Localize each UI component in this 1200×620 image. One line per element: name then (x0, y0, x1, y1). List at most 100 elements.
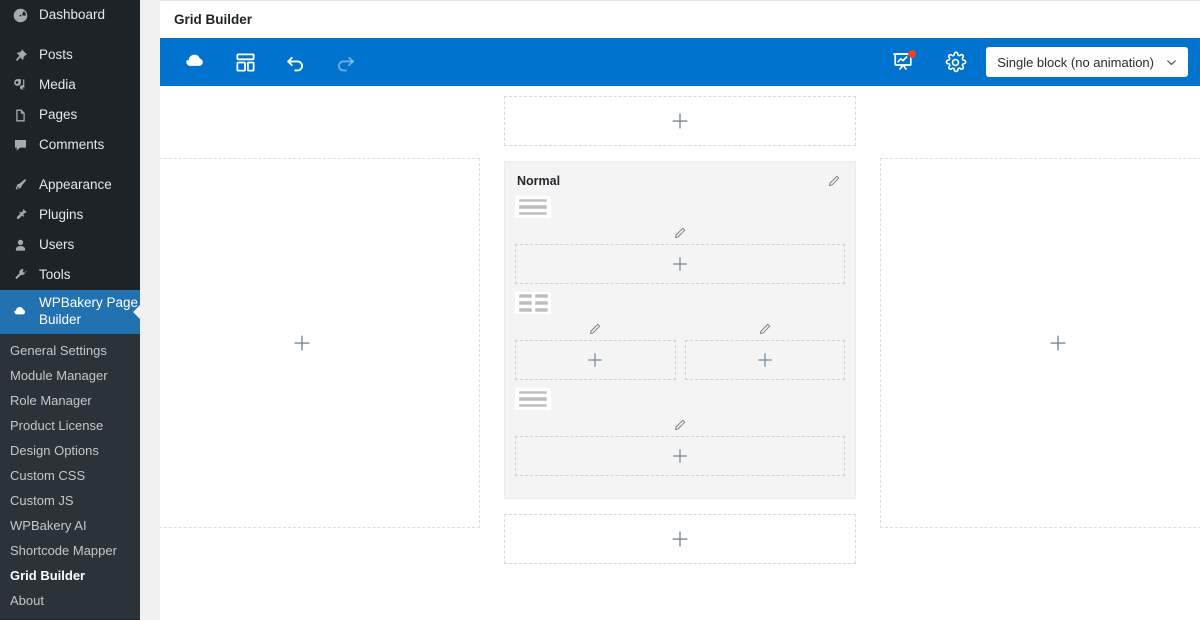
page-title: Grid Builder (174, 12, 253, 27)
sidebar-subitem-custom-css[interactable]: Custom CSS (0, 463, 140, 488)
undo-button[interactable] (274, 42, 316, 82)
edit-column-pencil-icon[interactable] (758, 320, 772, 338)
wpbakery-logo-icon (182, 49, 208, 75)
sidebar-item-appearance[interactable]: Appearance (0, 170, 140, 200)
center-column: Normal (504, 86, 856, 564)
sidebar-item-label: Users (39, 237, 75, 253)
dashboard-icon (10, 5, 30, 25)
sidebar-item-label: Posts (39, 47, 73, 63)
sidebar-subitem-module-manager[interactable]: Module Manager (0, 363, 140, 388)
sidebar-subitem-about[interactable]: About (0, 588, 140, 613)
edit-column-pencil-icon[interactable] (588, 320, 602, 338)
sidebar-subitem-shortcode-mapper[interactable]: Shortcode Mapper (0, 538, 140, 563)
templates-button[interactable] (224, 42, 266, 82)
toolbar-right-group: Single block (no animation) (882, 42, 1188, 82)
handle-bar (519, 403, 547, 407)
content-gutter (140, 0, 160, 620)
wpbakery-logo-icon (10, 302, 30, 322)
comments-icon (10, 135, 30, 155)
sidebar-item-comments[interactable]: Comments (0, 130, 140, 160)
row-columns (515, 416, 845, 476)
sidebar-item-label: Appearance (39, 177, 112, 193)
sidebar-divider (0, 30, 140, 40)
left-drop-panel[interactable] (160, 158, 480, 528)
add-element-plus-icon (755, 350, 775, 370)
handle-bar (519, 391, 547, 395)
grid-section-normal: Normal (504, 161, 856, 499)
row-drag-handle-single-column-icon[interactable] (515, 196, 551, 218)
handle-bar (519, 211, 547, 215)
sidebar-divider (0, 160, 140, 170)
column-drop-zone[interactable] (515, 436, 845, 476)
wrench-icon (10, 265, 30, 285)
column-drop-zone[interactable] (515, 340, 676, 380)
handle-bar (519, 199, 547, 203)
sidebar-subitem-general-settings[interactable]: General Settings (0, 338, 140, 363)
row-drag-handle-two-column-icon[interactable] (515, 292, 551, 314)
section-label: Normal (517, 174, 561, 188)
bottom-drop-zone[interactable] (504, 514, 856, 564)
column-drop-zone[interactable] (684, 340, 845, 380)
sidebar-item-media[interactable]: Media (0, 70, 140, 100)
settings-button[interactable] (934, 42, 976, 82)
sidebar-item-label: Dashboard (39, 7, 106, 23)
layout-grid-icon (234, 51, 257, 74)
handle-bar (518, 294, 532, 298)
row-drag-handle-single-column-icon[interactable] (515, 388, 551, 410)
sidebar-item-dashboard[interactable]: Dashboard (0, 0, 140, 30)
add-element-plus-icon (585, 350, 605, 370)
sidebar-subitem-design-options[interactable]: Design Options (0, 438, 140, 463)
sidebar-item-label: Plugins (39, 207, 84, 223)
sidebar-subitem-wpbakery-ai[interactable]: WPBakery AI (0, 513, 140, 538)
add-element-plus-icon (670, 254, 690, 274)
grid-column (515, 416, 845, 476)
sidebar-item-label: Comments (39, 137, 105, 153)
handle-column (534, 294, 548, 312)
gear-icon (944, 51, 967, 74)
undo-icon (283, 50, 308, 75)
edit-column-pencil-icon[interactable] (673, 416, 687, 434)
wpbakery-logo-button[interactable] (174, 42, 216, 82)
preview-button[interactable] (882, 42, 924, 82)
add-element-plus-icon (1047, 332, 1069, 354)
sidebar-subitem-custom-js[interactable]: Custom JS (0, 488, 140, 513)
top-drop-zone[interactable] (504, 96, 856, 146)
toolbar-left-group (174, 42, 366, 82)
sidebar-item-users[interactable]: Users (0, 230, 140, 260)
sidebar-item-pages[interactable]: Pages (0, 100, 140, 130)
add-element-plus-icon (291, 332, 313, 354)
add-element-plus-icon (669, 528, 691, 550)
pin-icon (10, 45, 30, 65)
right-drop-panel[interactable] (880, 158, 1200, 528)
wpbakery-submenu: General Settings Module Manager Role Man… (0, 334, 140, 619)
sidebar-subitem-role-manager[interactable]: Role Manager (0, 388, 140, 413)
edit-section-pencil-icon[interactable] (825, 172, 843, 190)
edit-column-pencil-icon[interactable] (673, 224, 687, 242)
redo-icon (333, 50, 358, 75)
admin-sidebar: Dashboard Posts Media Pages Comments App… (0, 0, 140, 620)
animation-select-value: Single block (no animation) (997, 54, 1154, 70)
sidebar-subitem-grid-builder[interactable]: Grid Builder (0, 563, 140, 588)
animation-select[interactable]: Single block (no animation) (986, 47, 1188, 77)
sidebar-subitem-product-license[interactable]: Product License (0, 413, 140, 438)
sidebar-item-posts[interactable]: Posts (0, 40, 140, 70)
handle-bar (519, 397, 547, 401)
brush-icon (10, 175, 30, 195)
grid-column (515, 224, 845, 284)
add-element-plus-icon (669, 110, 691, 132)
sidebar-item-label: Tools (39, 267, 71, 283)
handle-column (518, 294, 532, 312)
page-header: Grid Builder (160, 0, 1200, 38)
column-drop-zone[interactable] (515, 244, 845, 284)
sidebar-item-plugins[interactable]: Plugins (0, 200, 140, 230)
handle-bar (534, 301, 548, 305)
sidebar-item-tools[interactable]: Tools (0, 260, 140, 290)
canvas-columns: Normal (160, 86, 1200, 620)
grid-builder-toolbar: Single block (no animation) (160, 38, 1200, 86)
user-icon (10, 235, 30, 255)
sidebar-item-wpbakery-page-builder[interactable]: WPBakery Page Builder (0, 290, 140, 334)
handle-bar (518, 308, 532, 312)
handle-bar (519, 205, 547, 209)
redo-button[interactable] (324, 42, 366, 82)
row-columns (515, 224, 845, 284)
